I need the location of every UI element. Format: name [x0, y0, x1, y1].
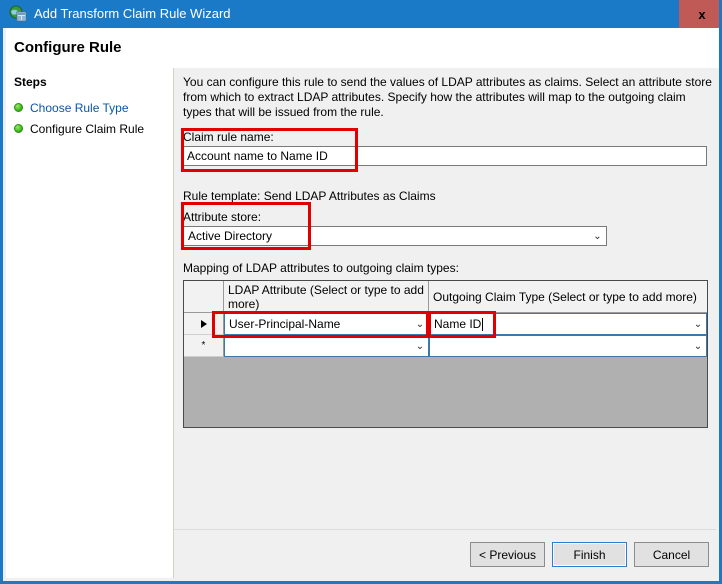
- intro-text: You can configure this rule to send the …: [183, 75, 712, 119]
- grid-header-rowselector: [184, 281, 224, 312]
- chevron-down-icon: ⌄: [693, 340, 703, 352]
- step-current-icon: [14, 124, 23, 133]
- table-row[interactable]: * ⌄ ⌄: [184, 335, 707, 357]
- window-title: Add Transform Claim Rule Wizard: [34, 6, 231, 21]
- close-button[interactable]: x: [679, 0, 719, 28]
- chevron-down-icon: ⌄: [593, 230, 602, 242]
- sidebar-item-label: Choose Rule Type: [30, 100, 129, 115]
- footer-bar: < Previous Finish Cancel: [174, 529, 716, 578]
- triangle-right-icon: [200, 319, 207, 328]
- cell-outgoing-claim-type[interactable]: Name ID ⌄: [429, 313, 707, 335]
- sidebar-item-label: Configure Claim Rule: [30, 121, 145, 136]
- header-band: Configure Rule: [6, 28, 719, 68]
- claim-rule-name-label: Claim rule name:: [183, 130, 274, 144]
- attribute-store-value: Active Directory: [188, 229, 273, 243]
- steps-sidebar: Steps Choose Rule Type Configure Claim R…: [6, 68, 174, 578]
- page-title: Configure Rule: [14, 39, 122, 56]
- cell-ldap-attribute[interactable]: User-Principal-Name ⌄: [224, 313, 429, 335]
- sidebar-item-choose-rule-type[interactable]: Choose Rule Type: [6, 97, 173, 118]
- cell-ldap-attribute-value: User-Principal-Name: [229, 317, 341, 331]
- finish-button[interactable]: Finish: [552, 542, 627, 567]
- wizard-window: Add Transform Claim Rule Wizard x Config…: [0, 0, 722, 584]
- rule-template-text: Rule template: Send LDAP Attributes as C…: [183, 189, 436, 203]
- chevron-down-icon: ⌄: [693, 318, 703, 330]
- grid-header-ldap-attribute[interactable]: LDAP Attribute (Select or type to add mo…: [224, 281, 429, 312]
- cell-outgoing-claim-type[interactable]: ⌄: [429, 335, 707, 357]
- wizard-globe-icon: [9, 5, 27, 23]
- grid-header-outgoing-claim-type[interactable]: Outgoing Claim Type (Select or type to a…: [429, 281, 707, 312]
- chevron-down-icon: ⌄: [415, 318, 425, 330]
- sidebar-item-configure-claim-rule[interactable]: Configure Claim Rule: [6, 118, 173, 139]
- step-complete-icon: [14, 103, 23, 112]
- row-current-indicator[interactable]: [184, 313, 224, 335]
- cell-outgoing-claim-type-value: Name ID: [434, 316, 484, 332]
- mapping-label: Mapping of LDAP attributes to outgoing c…: [183, 261, 459, 275]
- chevron-down-icon: ⌄: [415, 340, 425, 352]
- claim-rule-name-input[interactable]: Account name to Name ID: [183, 146, 707, 166]
- claim-mapping-grid[interactable]: LDAP Attribute (Select or type to add mo…: [183, 280, 708, 428]
- cell-ldap-attribute[interactable]: ⌄: [224, 335, 429, 357]
- row-new-indicator[interactable]: *: [184, 335, 224, 357]
- grid-header-row: LDAP Attribute (Select or type to add mo…: [184, 281, 707, 313]
- title-bar: Add Transform Claim Rule Wizard x: [3, 0, 719, 28]
- attribute-store-select[interactable]: Active Directory ⌄: [183, 226, 607, 246]
- cancel-button[interactable]: Cancel: [634, 542, 709, 567]
- table-row[interactable]: User-Principal-Name ⌄ Name ID ⌄: [184, 313, 707, 335]
- text-caret: [482, 318, 484, 332]
- steps-heading: Steps: [14, 75, 47, 89]
- attribute-store-label: Attribute store:: [183, 210, 262, 224]
- content-pane: You can configure this rule to send the …: [174, 68, 716, 530]
- previous-button[interactable]: < Previous: [470, 542, 545, 567]
- steps-list: Choose Rule Type Configure Claim Rule: [6, 97, 173, 139]
